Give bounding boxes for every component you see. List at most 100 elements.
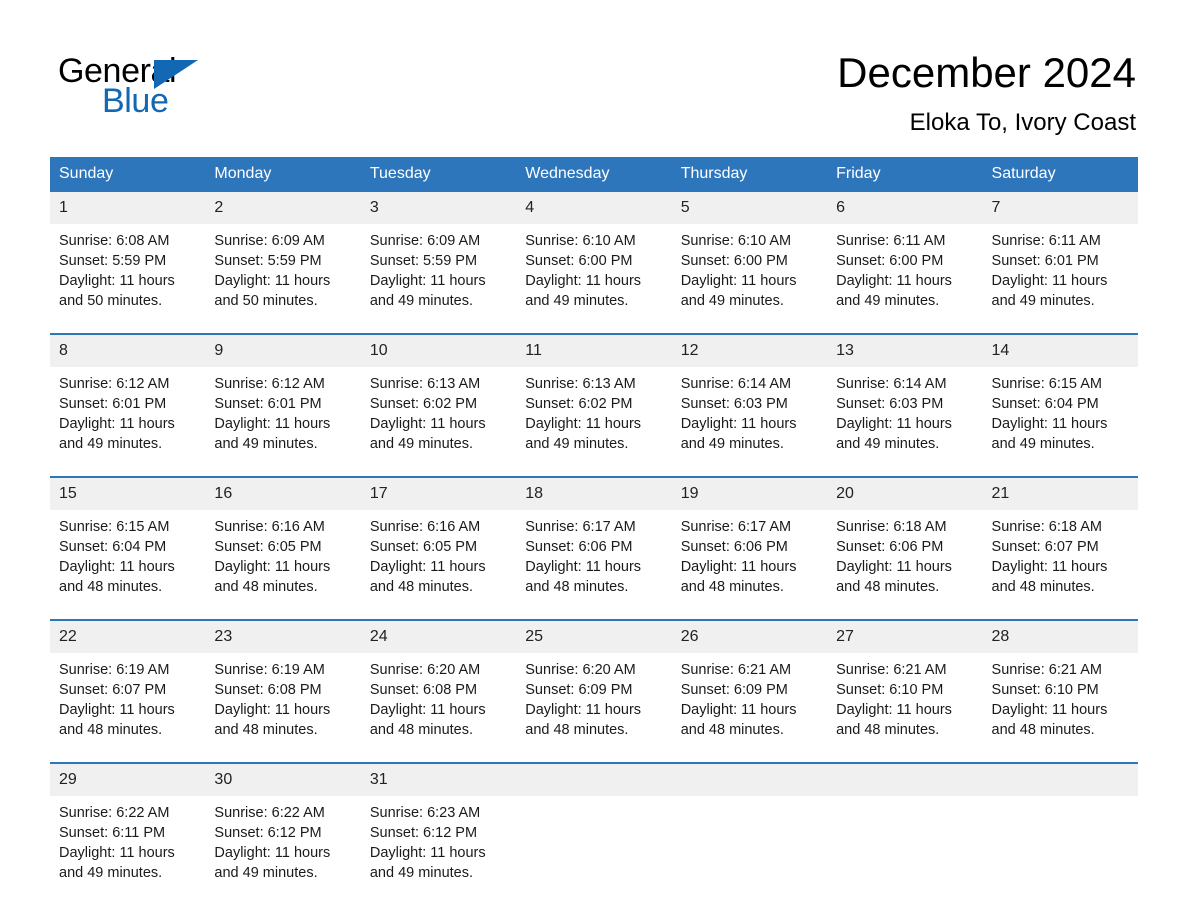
day-detail-line: Daylight: 11 hours <box>369 273 486 289</box>
day-number[interactable]: 9 <box>205 335 360 367</box>
day-detail-line: Daylight: 11 hours <box>525 273 642 289</box>
day-cell[interactable]: Sunrise: 6:20 AM Sunset: 6:08 PM Daylight:… <box>361 653 516 740</box>
day-cell[interactable]: Sunrise: 6:19 AM Sunset: 6:07 PM Daylight:… <box>50 653 205 740</box>
day-cell[interactable]: Sunrise: 6:15 AM Sunset: 6:04 PM Daylight:… <box>983 367 1138 454</box>
day-cell[interactable]: Sunrise: 6:23 AM Sunset: 6:12 PM Daylight:… <box>361 796 516 883</box>
day-number[interactable]: 30 <box>205 764 360 796</box>
day-number[interactable]: 4 <box>516 192 671 224</box>
day-cell[interactable]: Sunrise: 6:18 AM Sunset: 6:06 PM Daylight:… <box>827 510 982 597</box>
day-detail-line: Sunrise: 6:09 AM <box>214 233 325 249</box>
day-number[interactable]: 7 <box>983 192 1138 224</box>
day-detail-line: Sunrise: 6:14 AM <box>680 376 792 392</box>
day-cell[interactable]: Sunrise: 6:21 AM Sunset: 6:09 PM Daylight:… <box>672 653 827 740</box>
day-number[interactable]: 28 <box>983 621 1138 653</box>
day-detail-line: and 50 minutes. <box>214 293 318 309</box>
day-number[interactable]: 8 <box>50 335 205 367</box>
day-number[interactable]: 31 <box>361 764 516 796</box>
day-number[interactable]: 15 <box>50 478 205 510</box>
day-cell-empty <box>983 796 1138 883</box>
day-detail-line: Daylight: 11 hours <box>525 702 642 718</box>
day-cell[interactable]: Sunrise: 6:11 AM Sunset: 6:00 PM Daylight:… <box>827 224 982 311</box>
day-detail-band: Sunrise: 6:15 AM Sunset: 6:04 PM Daylight:… <box>50 510 1138 619</box>
day-detail-line: Sunset: 6:00 PM <box>680 253 788 269</box>
day-detail-line: Sunset: 6:06 PM <box>680 539 788 555</box>
day-cell[interactable]: Sunrise: 6:15 AM Sunset: 6:04 PM Daylight:… <box>50 510 205 597</box>
day-detail-line: Sunrise: 6:17 AM <box>525 519 636 535</box>
day-cell[interactable]: Sunrise: 6:22 AM Sunset: 6:12 PM Daylight:… <box>205 796 360 883</box>
day-detail-line: Daylight: 11 hours <box>214 416 331 432</box>
day-cell[interactable]: Sunrise: 6:10 AM Sunset: 6:00 PM Daylight:… <box>672 224 827 311</box>
day-number[interactable]: 26 <box>672 621 827 653</box>
day-number[interactable]: 13 <box>827 335 982 367</box>
day-cell[interactable]: Sunrise: 6:22 AM Sunset: 6:11 PM Daylight:… <box>50 796 205 883</box>
day-detail-line: Sunset: 6:06 PM <box>525 539 633 555</box>
day-cell[interactable]: Sunrise: 6:09 AM Sunset: 5:59 PM Daylight:… <box>361 224 516 311</box>
day-cell[interactable]: Sunrise: 6:21 AM Sunset: 6:10 PM Daylight:… <box>983 653 1138 740</box>
day-cell[interactable]: Sunrise: 6:08 AM Sunset: 5:59 PM Daylight:… <box>50 224 205 311</box>
generalblue-logo[interactable]: General Blue <box>58 52 278 124</box>
day-detail-line: Sunset: 6:00 PM <box>836 253 944 269</box>
day-cell[interactable]: Sunrise: 6:14 AM Sunset: 6:03 PM Daylight:… <box>672 367 827 454</box>
day-detail-line: Sunset: 6:07 PM <box>59 682 167 698</box>
day-detail-line: Daylight: 11 hours <box>525 416 642 432</box>
day-cell[interactable]: Sunrise: 6:17 AM Sunset: 6:06 PM Daylight:… <box>516 510 671 597</box>
day-detail-line: Daylight: 11 hours <box>525 559 642 575</box>
day-number[interactable]: 10 <box>361 335 516 367</box>
day-number[interactable]: 14 <box>983 335 1138 367</box>
day-number[interactable]: 25 <box>516 621 671 653</box>
day-cell[interactable]: Sunrise: 6:18 AM Sunset: 6:07 PM Daylight:… <box>983 510 1138 597</box>
day-number[interactable]: 19 <box>672 478 827 510</box>
day-cell[interactable]: Sunrise: 6:13 AM Sunset: 6:02 PM Daylight:… <box>516 367 671 454</box>
day-number[interactable]: 20 <box>827 478 982 510</box>
day-cell[interactable]: Sunrise: 6:19 AM Sunset: 6:08 PM Daylight:… <box>205 653 360 740</box>
day-detail-line: and 49 minutes. <box>680 293 784 309</box>
day-detail-line: Daylight: 11 hours <box>369 845 486 861</box>
day-detail-line: and 48 minutes. <box>214 579 318 595</box>
day-cell[interactable]: Sunrise: 6:11 AM Sunset: 6:01 PM Daylight:… <box>983 224 1138 311</box>
day-detail-line: Sunset: 6:03 PM <box>836 396 944 412</box>
day-number[interactable]: 18 <box>516 478 671 510</box>
day-detail-line: Sunrise: 6:16 AM <box>214 519 325 535</box>
day-detail-line: and 49 minutes. <box>214 436 318 452</box>
day-detail-line: and 48 minutes. <box>991 722 1095 738</box>
day-number[interactable]: 6 <box>827 192 982 224</box>
day-detail-line: and 49 minutes. <box>369 436 474 452</box>
day-detail-line: Sunrise: 6:21 AM <box>680 662 792 678</box>
day-detail-line: Sunset: 6:02 PM <box>525 396 633 412</box>
day-number[interactable]: 3 <box>361 192 516 224</box>
day-number[interactable]: 24 <box>361 621 516 653</box>
day-detail-line: Daylight: 11 hours <box>991 273 1108 289</box>
day-number-band: 29 30 31 <box>50 764 1138 796</box>
day-number[interactable]: 16 <box>205 478 360 510</box>
day-detail-line: Sunset: 6:09 PM <box>680 682 788 698</box>
day-number[interactable]: 22 <box>50 621 205 653</box>
day-detail-line: Sunset: 6:01 PM <box>991 253 1099 269</box>
day-number[interactable]: 27 <box>827 621 982 653</box>
day-number-band: 22 23 24 25 26 27 28 <box>50 621 1138 653</box>
day-cell[interactable]: Sunrise: 6:21 AM Sunset: 6:10 PM Daylight:… <box>827 653 982 740</box>
day-number[interactable]: 1 <box>50 192 205 224</box>
day-cell[interactable]: Sunrise: 6:09 AM Sunset: 5:59 PM Daylight:… <box>205 224 360 311</box>
day-number[interactable]: 2 <box>205 192 360 224</box>
day-cell[interactable]: Sunrise: 6:17 AM Sunset: 6:06 PM Daylight:… <box>672 510 827 597</box>
day-number[interactable]: 17 <box>361 478 516 510</box>
day-detail-line: and 49 minutes. <box>525 293 629 309</box>
day-number[interactable]: 12 <box>672 335 827 367</box>
day-cell[interactable]: Sunrise: 6:14 AM Sunset: 6:03 PM Daylight:… <box>827 367 982 454</box>
day-number[interactable]: 23 <box>205 621 360 653</box>
day-number-band: 8 9 10 11 12 13 14 <box>50 335 1138 367</box>
day-cell[interactable]: Sunrise: 6:10 AM Sunset: 6:00 PM Daylight:… <box>516 224 671 311</box>
day-cell[interactable]: Sunrise: 6:16 AM Sunset: 6:05 PM Daylight:… <box>205 510 360 597</box>
calendar-week-row: 22 23 24 25 26 27 28 Sunrise: 6:19 AM Sunset: 6:… <box>50 619 1138 762</box>
day-detail-line: and 48 minutes. <box>525 579 629 595</box>
day-number[interactable]: 11 <box>516 335 671 367</box>
day-cell[interactable]: Sunrise: 6:12 AM Sunset: 6:01 PM Daylight:… <box>205 367 360 454</box>
day-cell[interactable]: Sunrise: 6:12 AM Sunset: 6:01 PM Daylight:… <box>50 367 205 454</box>
day-cell[interactable]: Sunrise: 6:20 AM Sunset: 6:09 PM Daylight:… <box>516 653 671 740</box>
day-number[interactable]: 21 <box>983 478 1138 510</box>
day-number[interactable]: 5 <box>672 192 827 224</box>
day-number[interactable]: 29 <box>50 764 205 796</box>
day-cell[interactable]: Sunrise: 6:16 AM Sunset: 6:05 PM Daylight:… <box>361 510 516 597</box>
day-detail-line: Sunrise: 6:10 AM <box>680 233 792 249</box>
day-cell[interactable]: Sunrise: 6:13 AM Sunset: 6:02 PM Daylight:… <box>361 367 516 454</box>
